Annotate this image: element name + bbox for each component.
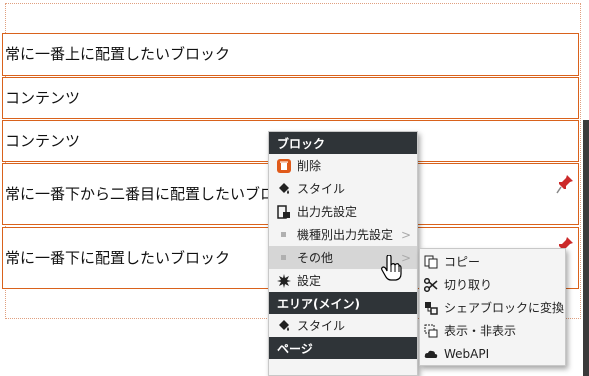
block-label: コンテンツ	[5, 88, 81, 107]
copy-icon	[424, 255, 438, 269]
block-label: 常に一番上に配置したいブロック	[5, 45, 231, 63]
menu-item-label: 出力先設定	[297, 205, 358, 219]
submenu-item-show-hide[interactable]: 表示・非表示	[420, 319, 565, 342]
trash-icon	[277, 158, 291, 173]
menu-item-label: WebAPI	[444, 346, 490, 361]
gear-icon	[277, 273, 291, 288]
hand-cursor-icon	[381, 255, 402, 281]
right-edge-panel	[583, 120, 589, 376]
menu-section-area: エリア(メイン)	[269, 292, 417, 314]
menu-item-label: シェアブロックに変換	[444, 301, 565, 315]
scissors-icon	[424, 277, 438, 292]
submenu-item-convert-shared[interactable]: シェアブロックに変換	[420, 296, 565, 319]
menu-item-label: 機種別出力先設定	[297, 228, 394, 242]
block-label: コンテンツ	[5, 131, 81, 150]
submenu-item-copy[interactable]: コピー	[420, 250, 565, 273]
menu-item-label: 切り取り	[444, 278, 493, 292]
bullet-icon	[281, 232, 286, 237]
menu-section-page: ページ	[269, 337, 417, 359]
block-label: 常に一番下から二番目に配置したいブロック	[5, 184, 306, 203]
output-icon	[277, 204, 291, 219]
menu-item-label: スタイル	[297, 182, 346, 196]
block-top[interactable]: 常に一番上に配置したいブロック	[2, 33, 579, 76]
submenu-arrow-icon: >	[400, 227, 411, 242]
menu-item-style[interactable]: スタイル	[269, 177, 417, 200]
menu-item-area-style[interactable]: スタイル	[269, 314, 417, 337]
menu-item-label: 削除	[297, 159, 322, 173]
submenu-item-cut[interactable]: 切り取り	[420, 273, 565, 296]
paint-bucket-icon	[277, 319, 291, 333]
block-label: 常に一番下に配置したいブロック	[5, 248, 231, 267]
menu-item-label: 表示・非表示	[444, 324, 517, 338]
share-icon	[424, 301, 438, 315]
menu-item-label: コピー	[444, 255, 481, 269]
block-content-1[interactable]: コンテンツ	[2, 77, 579, 119]
menu-item-delete[interactable]: 削除	[269, 154, 417, 177]
context-menu: ブロック 削除 スタイル 出力先設定 機種別出力先設定 > その他 > 設定 エ…	[268, 131, 418, 376]
menu-item-device-output-setting[interactable]: 機種別出力先設定 >	[269, 223, 417, 246]
visibility-icon	[424, 324, 438, 338]
pin-icon[interactable]	[556, 174, 574, 194]
menu-item-label: スタイル	[297, 319, 346, 333]
paint-bucket-icon	[277, 182, 291, 196]
menu-item-label: 設定	[297, 274, 322, 288]
menu-item-output-setting[interactable]: 出力先設定	[269, 200, 417, 223]
submenu-item-webapi[interactable]: WebAPI	[420, 342, 565, 365]
other-submenu: コピー 切り取り シェアブロックに変換 表示・非表示 WebAPI	[419, 248, 566, 366]
submenu-arrow-icon: >	[400, 250, 411, 265]
menu-section-block: ブロック	[269, 132, 417, 154]
menu-item-label: その他	[297, 251, 334, 265]
cloud-icon	[424, 347, 438, 361]
bullet-icon	[281, 255, 286, 260]
